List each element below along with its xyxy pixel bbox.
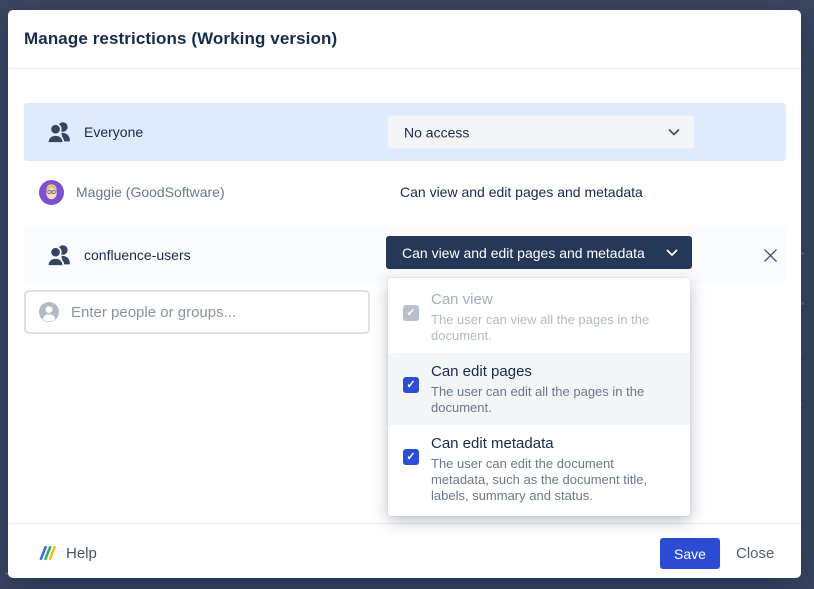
access-options-menu: ✓ Can view The user can view all the pag… <box>388 278 690 516</box>
save-button[interactable]: Save <box>660 538 720 569</box>
maggie-access-text: Can view and edit pages and metadata <box>400 184 643 200</box>
everyone-label: Everyone <box>84 124 143 140</box>
help-label: Help <box>66 545 97 562</box>
menu-item-description: The user can edit all the pages in the d… <box>431 384 674 416</box>
chevron-down-icon <box>668 128 680 136</box>
menu-item-title: Can view <box>431 290 674 310</box>
person-icon <box>38 301 60 323</box>
maggie-label: Maggie (GoodSoftware) <box>76 184 225 200</box>
backdrop-dot <box>801 302 804 305</box>
remove-restriction-button[interactable] <box>760 245 780 265</box>
menu-item-can-edit-pages[interactable]: ✓ Can edit pages The user can edit all t… <box>388 353 690 425</box>
menu-item-description: The user can view all the pages in the d… <box>431 312 674 344</box>
restriction-row-confluence-users: confluence-users Can view and edit pages… <box>24 227 786 283</box>
close-button[interactable]: Close <box>736 538 774 569</box>
everyone-access-dropdown[interactable]: No access <box>388 116 694 149</box>
menu-item-can-view: ✓ Can view The user can view all the pag… <box>388 281 690 353</box>
everyone-access-value: No access <box>404 124 469 140</box>
people-picker-field[interactable] <box>24 290 370 334</box>
menu-item-description: The user can edit the document metadata,… <box>431 456 674 504</box>
menu-item-can-edit-metadata[interactable]: ✓ Can edit metadata The user can edit th… <box>388 425 690 513</box>
checkbox-checked-icon[interactable]: ✓ <box>403 377 419 393</box>
footer-divider <box>8 523 801 524</box>
menu-item-title: Can edit metadata <box>431 434 674 454</box>
restriction-row-everyone: Everyone No access <box>24 103 786 161</box>
scroll-documents-icon <box>38 544 56 562</box>
checkbox-checked-disabled-icon: ✓ <box>403 305 419 321</box>
screen: o re Manage restrictions (Working versio… <box>0 0 814 589</box>
confluence-users-label: confluence-users <box>84 247 191 263</box>
restriction-row-maggie: Maggie (GoodSoftware) Can view and edit … <box>24 165 786 219</box>
avatar <box>39 180 64 205</box>
people-group-icon <box>46 119 72 145</box>
header-divider <box>8 68 801 69</box>
confluence-users-access-value: Can view and edit pages and metadata <box>402 245 645 261</box>
chevron-down-icon <box>666 249 678 257</box>
confluence-users-access-dropdown[interactable]: Can view and edit pages and metadata <box>386 236 692 269</box>
people-group-icon <box>46 242 72 268</box>
manage-restrictions-dialog: Manage restrictions (Working version) Ev… <box>8 10 801 578</box>
help-link[interactable]: Help <box>38 537 97 569</box>
people-picker-input[interactable] <box>71 304 356 321</box>
dialog-title: Manage restrictions (Working version) <box>24 10 337 68</box>
menu-item-title: Can edit pages <box>431 362 674 382</box>
backdrop-dot <box>801 252 804 255</box>
checkbox-checked-icon[interactable]: ✓ <box>403 449 419 465</box>
